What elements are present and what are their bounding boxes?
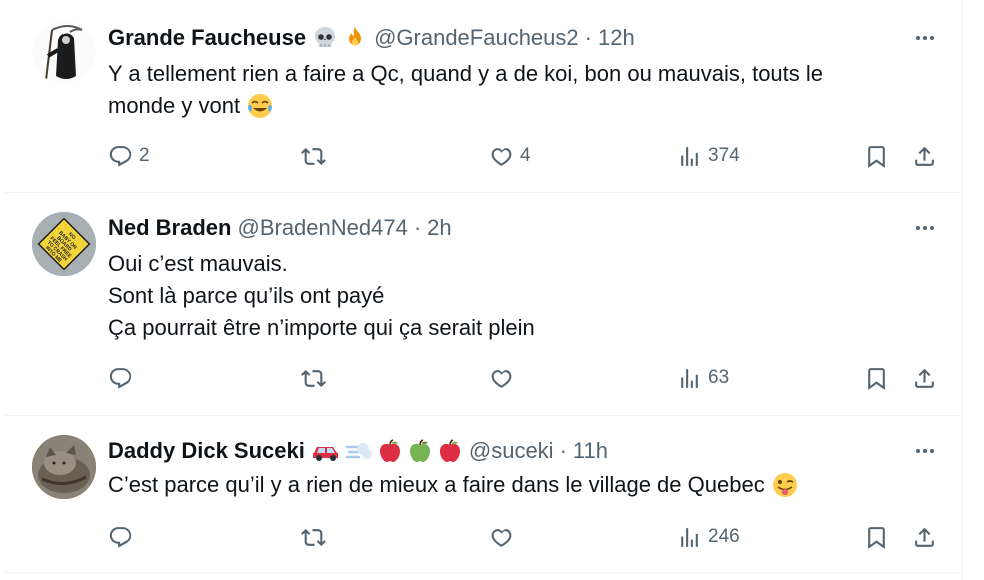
post-grande-faucheuse[interactable]: Grande Faucheuse @GrandeFaucheus2 · 12h … [4, 0, 962, 193]
repost-icon [301, 366, 326, 391]
reply-icon [108, 144, 133, 169]
share-icon [912, 366, 937, 391]
like-icon [489, 144, 514, 169]
green-apple-emoji-icon [409, 439, 430, 462]
author-name[interactable]: Daddy Dick Suceki [108, 438, 305, 464]
repost-button[interactable] [301, 143, 332, 169]
post-text: Oui c’est mauvais. Sont là parce qu’ils … [108, 248, 918, 344]
post-actions: 246 [108, 524, 948, 550]
bookmark-icon [864, 366, 889, 391]
bookmark-button[interactable] [864, 524, 889, 550]
avatar[interactable] [32, 435, 96, 499]
reply-button[interactable] [108, 365, 139, 391]
bookmark-button[interactable] [864, 365, 889, 391]
avatar[interactable] [32, 20, 96, 84]
reply-button[interactable] [108, 524, 139, 550]
car-emoji-icon [312, 447, 338, 461]
author-handle[interactable]: @GrandeFaucheus2 [374, 25, 579, 51]
author-name[interactable]: Ned Braden [108, 215, 231, 241]
face-with-tears-of-joy-emoji-icon [248, 94, 273, 118]
views-icon [677, 525, 702, 550]
views-button[interactable]: 374 [677, 143, 740, 169]
post-time[interactable]: 11h [573, 438, 608, 464]
repost-icon [301, 144, 326, 169]
red-apple-emoji-icon [439, 439, 460, 462]
post-text-line: Y a tellement rien a faire a Qc, quand y… [108, 61, 824, 86]
share-icon [912, 525, 937, 550]
views-button[interactable]: 246 [677, 524, 740, 550]
red-apple-emoji-icon [379, 439, 400, 462]
separator-dot: · [559, 438, 567, 463]
post-text-line: Oui c’est mauvais. [108, 251, 288, 276]
post-text-line: monde y vont [108, 93, 241, 118]
fire-emoji-icon [349, 27, 362, 46]
post-time[interactable]: 2h [427, 215, 451, 241]
name-emojis [312, 25, 368, 51]
share-button[interactable] [912, 365, 937, 391]
like-button[interactable]: 4 [489, 143, 531, 169]
views-count: 374 [708, 145, 740, 166]
author-handle[interactable]: @BradenNed474 [237, 215, 407, 241]
like-icon [489, 525, 514, 550]
reply-feed: Grande Faucheuse @GrandeFaucheus2 · 12h … [4, 0, 963, 580]
separator-dot: · [413, 215, 422, 240]
views-button[interactable]: 63 [677, 365, 729, 391]
separator-dot: · [584, 25, 592, 50]
dash-emoji-icon [345, 443, 372, 459]
like-count: 4 [520, 145, 531, 166]
share-button[interactable] [912, 143, 937, 169]
repost-button[interactable] [301, 524, 332, 550]
views-count: 63 [708, 367, 730, 388]
post-actions: 63 [108, 365, 948, 391]
reply-count: 2 [139, 145, 150, 166]
views-icon [677, 366, 702, 391]
share-button[interactable] [912, 524, 937, 550]
bookmark-button[interactable] [864, 143, 889, 169]
post-text: Y a tellement rien a faire a Qc, quand y… [108, 58, 918, 122]
avatar[interactable]: NO BABY ON BOARD FEEL FREE TO CRASH INTO… [32, 212, 96, 276]
like-button[interactable] [489, 524, 520, 550]
baby-on-board-sign-avatar-image: NO BABY ON BOARD FEEL FREE TO CRASH INTO… [32, 212, 96, 276]
bookmark-icon [864, 525, 889, 550]
cat-photo-avatar-image [32, 435, 96, 499]
post-daddy-dick-suceki[interactable]: Daddy Dick Suceki @suceki · 11h C’est pa… [4, 415, 962, 573]
more-options-icon[interactable] [910, 441, 940, 461]
more-options-icon[interactable] [910, 218, 940, 238]
post-time[interactable]: 12h [598, 25, 635, 51]
post-text-line: C’est parce qu’il y a rien de mieux a fa… [108, 472, 765, 497]
repost-button[interactable] [301, 365, 332, 391]
reply-button[interactable]: 2 [108, 143, 150, 169]
like-icon [489, 366, 514, 391]
share-icon [912, 144, 937, 169]
like-button[interactable] [489, 365, 520, 391]
post-actions: 2 4 374 [108, 143, 948, 169]
post-text: C’est parce qu’il y a rien de mieux a fa… [108, 469, 918, 501]
post-header: Ned Braden @BradenNed474 · 2h [108, 214, 452, 242]
post-text-line: Sont là parce qu’ils ont payé [108, 283, 385, 308]
views-icon [677, 144, 702, 169]
views-count: 246 [708, 526, 740, 547]
reply-icon [108, 366, 133, 391]
name-emojis [311, 438, 463, 464]
author-name[interactable]: Grande Faucheuse [108, 25, 306, 51]
more-options-icon[interactable] [910, 28, 940, 48]
repost-icon [301, 525, 326, 550]
post-text-line: Ça pourrait être n’importe qui ça serait… [108, 315, 535, 340]
post-ned-braden[interactable]: NO BABY ON BOARD FEEL FREE TO CRASH INTO… [4, 192, 962, 416]
bookmark-icon [864, 144, 889, 169]
grim-reaper-avatar-image [32, 20, 96, 84]
post-header: Daddy Dick Suceki @suceki · 11h [108, 437, 608, 465]
reply-icon [108, 525, 133, 550]
post-header: Grande Faucheuse @GrandeFaucheus2 · 12h [108, 24, 635, 52]
skull-emoji-icon [315, 27, 336, 47]
author-handle[interactable]: @suceki [469, 438, 554, 464]
winking-face-with-tongue-emoji-icon [772, 473, 797, 497]
